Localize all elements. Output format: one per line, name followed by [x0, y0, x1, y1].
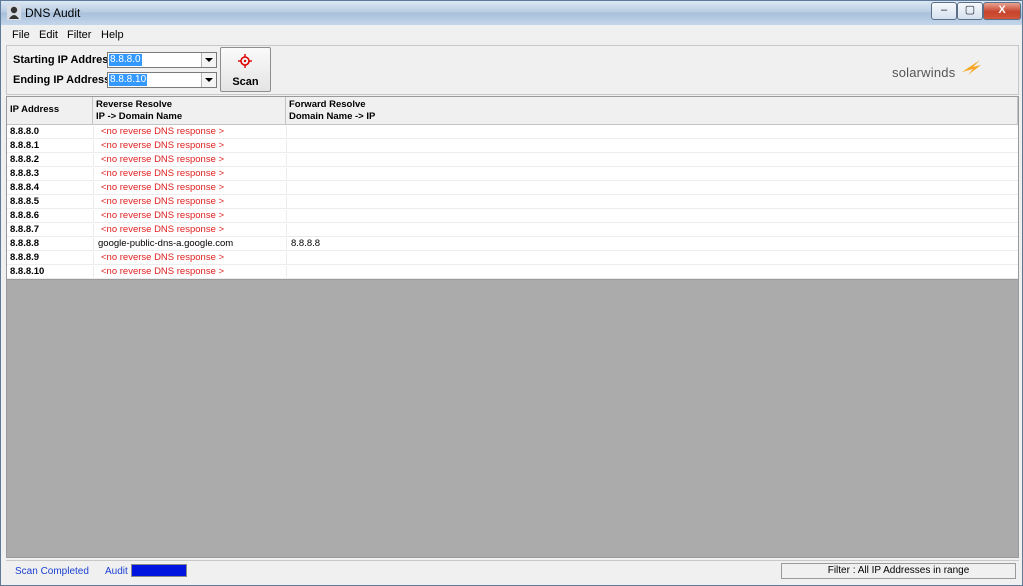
cell-forward-resolve: [286, 154, 691, 167]
cell-reverse-resolve: <no reverse DNS response >: [93, 224, 291, 237]
table-row[interactable]: 8.8.8.10 <no reverse DNS response >: [7, 265, 1018, 279]
starting-ip-label: Starting IP Address: [13, 54, 115, 66]
table-row[interactable]: 8.8.8.6 <no reverse DNS response >: [7, 209, 1018, 223]
logo-text: solarwinds: [892, 65, 956, 80]
cell-forward-resolve: [286, 252, 691, 265]
column-header-reverse-line2: IP -> Domain Name: [96, 111, 183, 122]
solarwinds-logo: solarwinds: [892, 60, 992, 82]
column-header-ip[interactable]: IP Address: [7, 97, 93, 125]
cell-reverse-resolve: <no reverse DNS response >: [93, 266, 291, 279]
close-icon: X: [998, 4, 1006, 16]
table-row[interactable]: 8.8.8.0 <no reverse DNS response >: [7, 125, 1018, 139]
chevron-down-icon[interactable]: [201, 53, 216, 67]
cell-reverse-resolve: <no reverse DNS response >: [93, 210, 291, 223]
table-row[interactable]: 8.8.8.2 <no reverse DNS response >: [7, 153, 1018, 167]
chevron-down-icon[interactable]: [201, 73, 216, 87]
column-header-forward-line2: Domain Name -> IP: [289, 111, 376, 122]
solarwinds-flame-icon: [962, 60, 981, 75]
maximize-icon: ▢: [964, 4, 976, 16]
cell-reverse-resolve: <no reverse DNS response >: [93, 154, 291, 167]
cell-reverse-resolve: <no reverse DNS response >: [93, 126, 291, 139]
column-header-ip-label: IP Address: [10, 104, 60, 115]
title-bar[interactable]: DNS Audit – ▢ X: [1, 1, 1022, 25]
cell-ip-address: 8.8.8.7: [10, 224, 40, 235]
table-row[interactable]: 8.8.8.1 <no reverse DNS response >: [7, 139, 1018, 153]
cell-forward-resolve: [286, 126, 691, 139]
column-header-forward[interactable]: Forward Resolve Domain Name -> IP: [286, 97, 1018, 125]
status-bar: Scan Completed Audit Filter : All IP Add…: [6, 560, 1019, 582]
dns-audit-window: DNS Audit – ▢ X File Edit Filter Help St…: [0, 0, 1023, 586]
menu-file[interactable]: File: [12, 29, 30, 41]
cell-ip-address: 8.8.8.0: [10, 126, 40, 137]
ip-range-toolbar: Starting IP Address 8.8.8.0 Ending IP Ad…: [6, 45, 1019, 95]
cell-forward-resolve: [286, 182, 691, 195]
close-button[interactable]: X: [983, 2, 1021, 20]
column-header-reverse-line1: Reverse Resolve: [96, 99, 173, 110]
menu-bar: File Edit Filter Help: [1, 26, 1022, 44]
cell-ip-address: 8.8.8.8: [10, 238, 40, 249]
table-row[interactable]: 8.8.8.8 google-public-dns-a.google.com 8.8…: [7, 237, 1018, 251]
table-row[interactable]: 8.8.8.3 <no reverse DNS response >: [7, 167, 1018, 181]
starting-ip-value[interactable]: 8.8.8.0: [109, 54, 142, 66]
cell-forward-resolve: [286, 168, 691, 181]
progress-fill: [132, 565, 186, 576]
table-row[interactable]: 8.8.8.5 <no reverse DNS response >: [7, 195, 1018, 209]
status-message: Scan Completed: [15, 566, 89, 577]
audit-label: Audit: [105, 566, 128, 577]
cell-ip-address: 8.8.8.3: [10, 168, 40, 179]
menu-help[interactable]: Help: [101, 29, 124, 41]
audit-progress-bar: [131, 564, 187, 577]
empty-grid-area: [6, 280, 1019, 558]
cell-ip-address: 8.8.8.4: [10, 182, 40, 193]
cell-ip-address: 8.8.8.6: [10, 210, 40, 221]
person-network-icon: [7, 5, 21, 20]
filter-status-text: Filter : All IP Addresses in range: [827, 565, 970, 576]
maximize-button[interactable]: ▢: [957, 2, 983, 20]
crosshair-target-icon: [238, 54, 252, 68]
cell-reverse-resolve: <no reverse DNS response >: [93, 168, 291, 181]
cell-forward-resolve: [286, 140, 691, 153]
cell-ip-address: 8.8.8.2: [10, 154, 40, 165]
minimize-button[interactable]: –: [931, 2, 957, 20]
cell-reverse-resolve: <no reverse DNS response >: [93, 182, 291, 195]
ending-ip-value[interactable]: 8.8.8.10: [109, 74, 148, 86]
cell-forward-resolve: 8.8.8.8: [286, 238, 691, 251]
minimize-icon: –: [940, 4, 948, 16]
scan-label: Scan: [232, 76, 259, 88]
cell-forward-resolve: [286, 224, 691, 237]
cell-forward-resolve: [286, 196, 691, 209]
menu-filter[interactable]: Filter: [67, 29, 91, 41]
ending-ip-label: Ending IP Address: [13, 74, 111, 86]
starting-ip-combo[interactable]: 8.8.8.0: [107, 52, 217, 68]
cell-reverse-resolve: google-public-dns-a.google.com: [93, 238, 288, 251]
cell-reverse-resolve: <no reverse DNS response >: [93, 196, 291, 209]
window-title: DNS Audit: [25, 6, 81, 20]
column-header-reverse[interactable]: Reverse Resolve IP -> Domain Name: [93, 97, 286, 125]
ending-ip-combo[interactable]: 8.8.8.10: [107, 72, 217, 88]
cell-forward-resolve: [286, 266, 691, 279]
cell-forward-resolve: [286, 210, 691, 223]
cell-ip-address: 8.8.8.1: [10, 140, 40, 151]
cell-ip-address: 8.8.8.9: [10, 252, 40, 263]
column-header-forward-line1: Forward Resolve: [289, 99, 366, 110]
table-row[interactable]: 8.8.8.9 <no reverse DNS response >: [7, 251, 1018, 265]
filter-status-panel: Filter : All IP Addresses in range: [781, 563, 1016, 579]
scan-button[interactable]: Scan: [220, 47, 271, 92]
cell-ip-address: 8.8.8.10: [10, 266, 45, 277]
menu-edit[interactable]: Edit: [39, 29, 58, 41]
cell-ip-address: 8.8.8.5: [10, 196, 40, 207]
table-row[interactable]: 8.8.8.4 <no reverse DNS response >: [7, 181, 1018, 195]
table-row[interactable]: 8.8.8.7 <no reverse DNS response >: [7, 223, 1018, 237]
cell-reverse-resolve: <no reverse DNS response >: [93, 252, 291, 265]
cell-reverse-resolve: <no reverse DNS response >: [93, 140, 291, 153]
results-grid[interactable]: IP Address Reverse Resolve IP -> Domain …: [6, 96, 1019, 280]
